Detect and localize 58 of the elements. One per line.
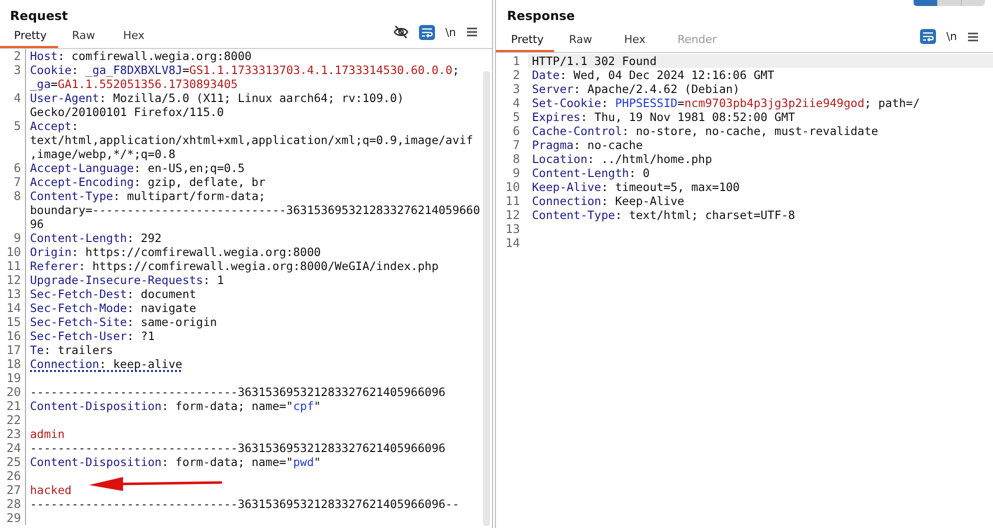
code-line: Upgrade-Insecure-Requests: 1 <box>30 273 225 287</box>
code-line: boundary=----------------------------3631536953212833276214059660 <box>30 203 482 217</box>
view-tab[interactable]: Raw <box>554 29 610 52</box>
code-line: Server: Apache/2.4.62 (Debian) <box>532 82 741 96</box>
code-line: Connection: Keep-Alive <box>532 194 686 208</box>
code-line: admin <box>30 427 66 441</box>
code-line: User-Agent: Mozilla/5.0 (X11; Linux aarch64; rv:109.0) <box>30 91 405 105</box>
code-line: Sec-Fetch-User: ?1 <box>30 329 156 343</box>
code-line: 96 <box>30 217 45 231</box>
newline-toggle-button[interactable]: \n <box>946 30 957 43</box>
word-wrap-button[interactable] <box>419 24 436 40</box>
code-line: Origin: https://comfirewall.wegia.org:8000 <box>30 245 322 259</box>
code-line: Gecko/20100101 Firefox/115.0 <box>30 105 225 119</box>
code-line: Content-Length: 292 <box>30 231 163 245</box>
code-line: Sec-Fetch-Site: same-origin <box>30 315 218 329</box>
code-line: ,image/webp,*/*;q=0.8 <box>30 147 176 161</box>
panel-title: Request <box>10 8 68 24</box>
code-line: Accept: <box>30 119 80 133</box>
code-line: Sec-Fetch-Mode: navigate <box>30 301 198 315</box>
code-line: Content-Type: text/html; charset=UTF-8 <box>532 208 796 222</box>
code-line: ------------------------------363153695321283327621405966096 <box>30 441 446 455</box>
view-tab[interactable]: Raw <box>58 25 110 48</box>
code-line: Accept-Encoding: gzip, deflate, br <box>30 175 266 189</box>
code-line: Keep-Alive: timeout=5, max=100 <box>532 180 741 194</box>
panel-title: Response <box>507 8 575 25</box>
view-tab[interactable]: Pretty <box>496 29 554 52</box>
scrollbar[interactable] <box>483 71 490 526</box>
code-line: Referer: https://comfirewall.wegia.org:8000/WeGIA/index.php <box>30 259 440 273</box>
code-line: Sec-Fetch-Dest: document <box>30 287 198 301</box>
code-line: Cache-Control: no-store, no-cache, must-revalidate <box>532 124 880 138</box>
code-line: ------------------------------363153695321283327621405966096 <box>30 385 446 399</box>
code-line: ------------------------------363153695321283327621405966096-- <box>30 497 460 511</box>
code-line: Date: Wed, 04 Dec 2024 12:16:06 GMT <box>532 68 776 82</box>
newline-toggle-button[interactable]: \n <box>445 26 456 38</box>
code-line: _ga=GA1.1.552051356.1730893405 <box>30 77 239 91</box>
code-line: Connection: keep-alive <box>30 357 184 371</box>
code-line: Accept-Language: en-US,en;q=0.5 <box>30 161 246 175</box>
code-line: hacked <box>30 483 73 497</box>
view-tab[interactable]: Hex <box>609 29 662 52</box>
line-number: 1 <box>496 54 528 68</box>
code-line: HTTP/1.1 302 Found <box>532 54 658 68</box>
code-line: text/html,application/xhtml+xml,application/xml;q=0.9,image/avif <box>30 133 474 147</box>
code-line: Content-Length: 0 <box>532 166 651 180</box>
code-line: Host: comfirewall.wegia.org:8000 <box>30 49 253 63</box>
code-line: Expires: Thu, 19 Nov 1981 08:52:00 GMT <box>532 110 796 124</box>
code-line: Cookie: _ga_F8DXBXLV8J=GS1.1.1733313703.4.1.1733314530.60.0.0; <box>30 63 460 77</box>
code-line: Content-Disposition: form-data; name="cpf" <box>30 399 322 413</box>
menu-icon[interactable] <box>967 30 979 42</box>
code-line: Content-Type: multipart/form-data; <box>30 189 266 203</box>
word-wrap-button[interactable] <box>920 29 936 44</box>
view-tab[interactable]: Hex <box>109 25 158 48</box>
code-line: Te: trailers <box>30 343 114 357</box>
code-line: Location: ../html/home.php <box>532 152 714 166</box>
code-line: Pragma: no-cache <box>532 138 644 152</box>
menu-icon[interactable] <box>466 26 478 38</box>
eye-slash-icon[interactable] <box>393 24 410 40</box>
code-line: Content-Disposition: form-data; name="pwd" <box>30 455 322 469</box>
code-line: Set-Cookie: PHPSESSID=ncm9703pb4p3jg3p2iie949god; path=/ <box>532 96 921 110</box>
